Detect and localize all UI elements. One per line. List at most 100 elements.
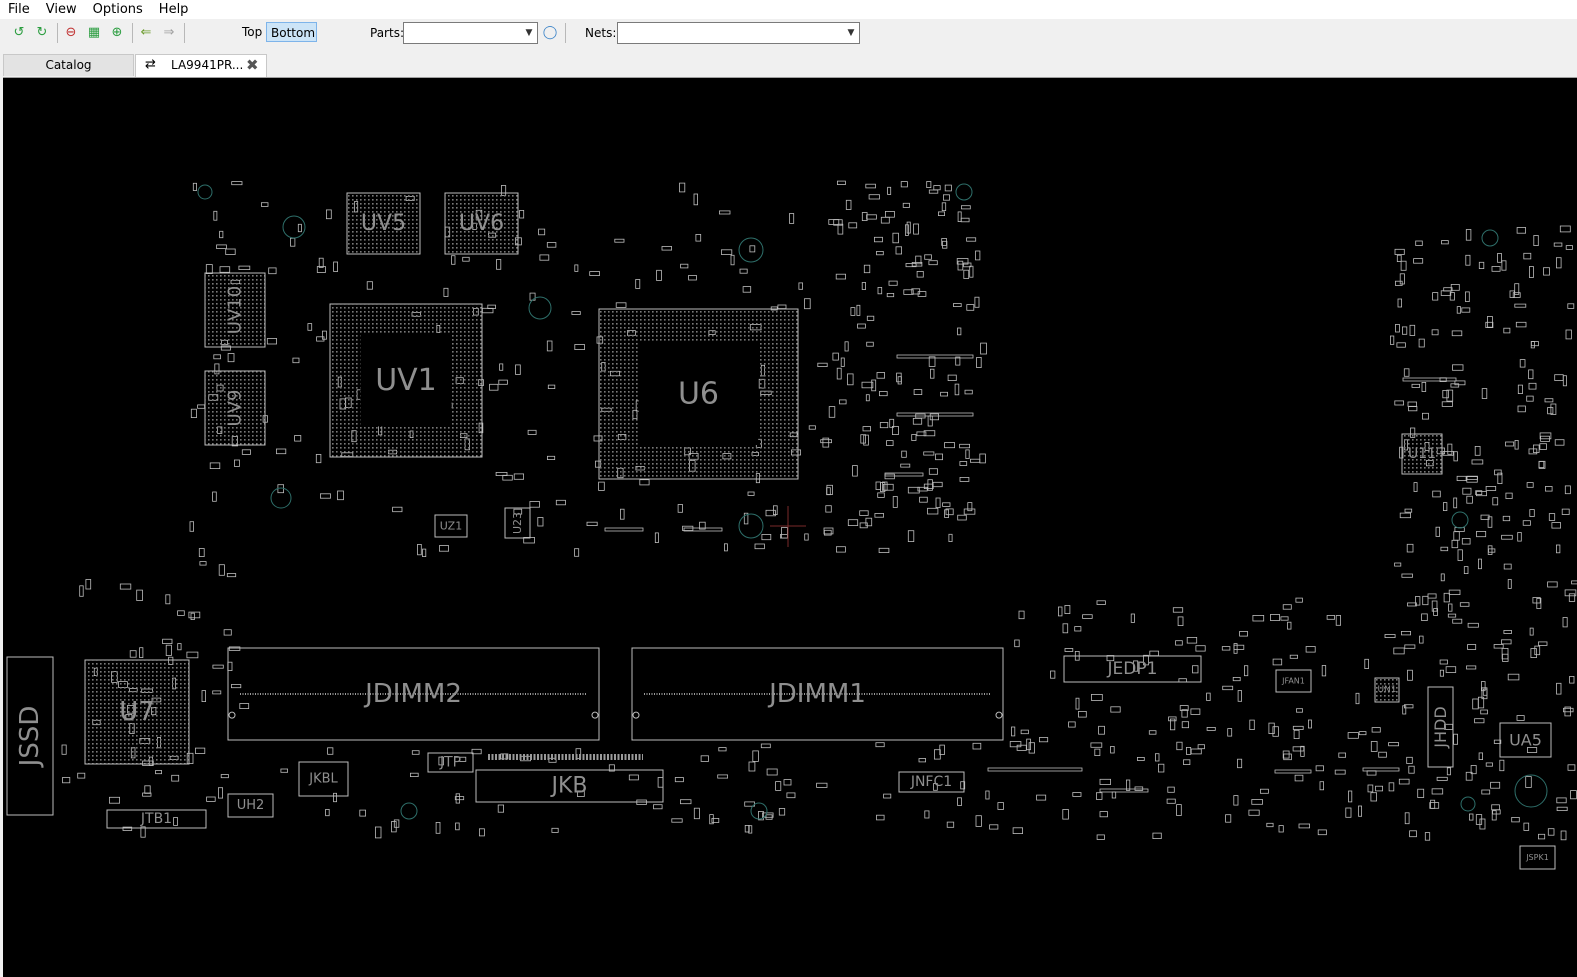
passive-part [1364, 658, 1369, 669]
passive-part [786, 792, 796, 799]
component-jkb: JKB [475, 754, 664, 803]
passive-part [959, 461, 968, 466]
passive-part [1397, 298, 1402, 308]
passive-part [1166, 798, 1176, 804]
passive-part [1530, 648, 1537, 658]
mounting-hole [1451, 511, 1469, 529]
passive-part [1474, 718, 1485, 724]
close-icon[interactable]: ✖ [246, 55, 259, 75]
tab-board[interactable]: ⇄ LA9941PR... ✖ [135, 54, 267, 78]
rotate-left-icon[interactable]: ↺ [10, 24, 28, 42]
tab-catalog[interactable]: Catalog [3, 54, 134, 76]
passive-part [228, 646, 241, 651]
passive-part [1517, 405, 1526, 413]
passive-part [451, 255, 456, 265]
zoom-out-icon[interactable]: ⊖ [62, 24, 80, 42]
passive-part [77, 772, 86, 779]
top-side-button[interactable]: Top [238, 22, 266, 42]
passive-part [1401, 631, 1412, 636]
passive-part [1338, 752, 1347, 758]
passive-part [824, 529, 832, 536]
passive-part [462, 256, 470, 262]
passive-part [943, 194, 950, 201]
passive-part [1515, 321, 1527, 328]
passive-part [895, 246, 902, 255]
passive-part [1399, 512, 1411, 519]
passive-part [239, 703, 250, 709]
passive-part [1334, 769, 1346, 775]
bottom-side-button[interactable]: Bottom [266, 22, 317, 42]
passive-part [1176, 804, 1182, 816]
passive-part [1237, 690, 1242, 702]
passive-part [923, 483, 934, 490]
passive-part [615, 302, 627, 308]
passive-part [1404, 812, 1410, 825]
passive-part [144, 785, 151, 794]
passive-part [935, 453, 943, 461]
passive-part [1514, 439, 1519, 450]
component-jhdd: JHDD [1427, 686, 1454, 768]
passive-part [1326, 615, 1335, 620]
passive-part [1432, 490, 1441, 498]
passive-part [1366, 770, 1377, 776]
passive-part [965, 449, 970, 459]
passive-part [911, 434, 917, 441]
menu-file[interactable]: File [0, 0, 38, 19]
board-view[interactable]: UV5 UV6 UV10 UV9 UV1 U6 UZ1 U23 U7 JSSD JDIMM2 JDIM… [3, 77, 1577, 977]
passive-part [266, 338, 277, 345]
passive-part [319, 493, 331, 499]
passive-part [886, 292, 895, 298]
zoom-in-icon[interactable]: ⊕ [108, 24, 126, 42]
passive-part [1248, 809, 1260, 816]
passive-part [496, 259, 502, 270]
passive-part [719, 210, 731, 215]
passive-part [498, 379, 508, 385]
passive-part [225, 248, 236, 255]
back-arrow-icon[interactable]: ⇐ [137, 24, 155, 42]
rotate-right-icon[interactable]: ↻ [33, 24, 51, 42]
passive-part [435, 822, 441, 834]
passive-part [1110, 746, 1115, 754]
passive-part [1538, 833, 1546, 840]
component-uh2: UH2 [227, 793, 274, 818]
passive-part [546, 242, 557, 248]
passive-part [1440, 290, 1452, 296]
passive-part [850, 307, 856, 316]
component-label: UV10 [225, 286, 246, 334]
passive-part [1028, 742, 1035, 754]
lightbulb-icon[interactable]: ◯ [541, 24, 559, 42]
zoom-fit-icon[interactable]: ▦ [85, 24, 103, 42]
component-jtb1: JTB1 [106, 809, 207, 829]
passive-part [241, 449, 251, 455]
menu-view[interactable]: View [38, 0, 85, 19]
passive-part [1547, 407, 1554, 415]
passive-part [848, 222, 858, 229]
passive-part [913, 389, 923, 396]
passive-part [865, 517, 873, 527]
passive-part [1315, 765, 1324, 772]
passive-part [1178, 678, 1187, 683]
passive-part [901, 450, 907, 458]
component-label: UV1 [375, 363, 437, 398]
passive-part [1227, 728, 1233, 737]
passive-part [721, 249, 733, 255]
nets-combobox[interactable]: ▼ [617, 22, 860, 44]
parts-combobox[interactable]: ▼ [403, 22, 538, 44]
passive-part [1408, 765, 1415, 774]
tab-board-label: LA9941PR... [171, 58, 244, 72]
passive-part [1078, 711, 1087, 718]
connector-strip [1402, 377, 1457, 382]
passive-part [876, 814, 885, 821]
passive-part [1559, 225, 1571, 233]
menu-help[interactable]: Help [151, 0, 197, 19]
passive-part [1232, 677, 1241, 682]
passive-part [1411, 383, 1420, 388]
passive-part [680, 263, 689, 269]
forward-arrow-icon[interactable]: ⇒ [160, 24, 178, 42]
passive-part [1345, 807, 1352, 818]
menu-options[interactable]: Options [85, 0, 151, 19]
passive-part [1358, 731, 1367, 736]
passive-part [1440, 573, 1445, 582]
passive-part [693, 807, 700, 820]
passive-part [1064, 648, 1074, 652]
